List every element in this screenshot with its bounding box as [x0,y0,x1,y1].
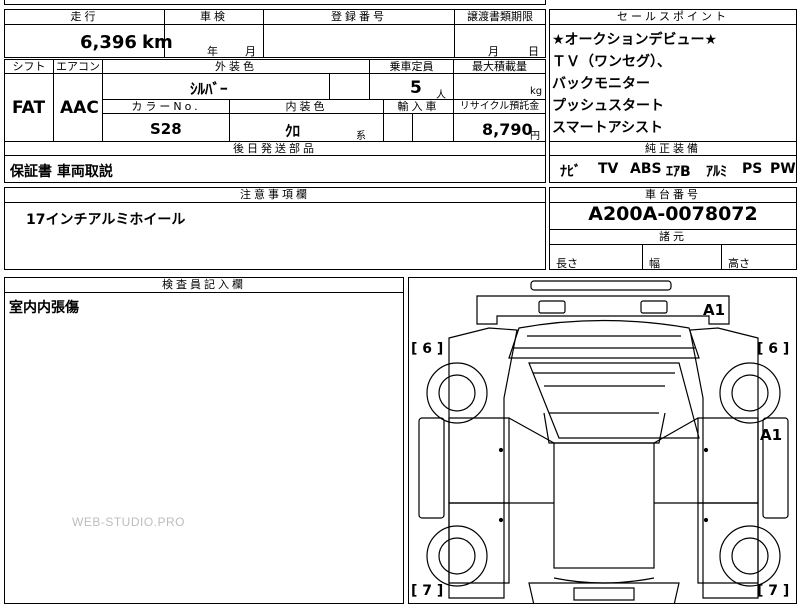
notes-text: 17インチアルミホイール [26,212,186,228]
later-value: 保証書 車両取説 [10,164,113,180]
interior-unit: 系 [356,131,366,142]
chassis-header: 車台番号 [549,187,797,203]
watermark: WEB-STUDIO.PRO [72,515,186,529]
genuine-item: PW [770,161,796,177]
transfer-day: 日 [528,45,539,58]
inspector-header: 検査員記入欄 [4,277,404,293]
top-strip [4,0,546,5]
exterior-cell-2 [329,73,370,100]
sales-header: セールスポイント [549,9,797,25]
maxload-unit: kg [530,86,543,97]
inspector-text: 室内内張傷 [9,300,79,316]
colorno-header: カラーNo. [102,99,230,114]
interior-header: 内装色 [229,99,384,114]
sales-point: ★オークションデビュー★ [552,32,718,48]
dims-header: 諸元 [549,229,797,245]
car-outline [418,280,789,603]
sales-point: プッシュスタート [552,98,664,114]
colorno-value: S28 [150,120,182,138]
front-right-tire-label: [ 6 ] [757,341,790,357]
capacity-value: 5 [410,78,422,98]
genuine-item: ｴｱB [666,164,691,180]
inspector-cell [4,292,404,604]
recycle-header: リサイクル預託金 [453,99,546,114]
sales-point: スマートアシスト [552,120,664,136]
genuine-item: ABS [630,161,662,177]
shift-value: FAT [12,98,46,118]
registration-header: 登録番号 [263,9,455,25]
shift-header: シフト [4,59,54,74]
exterior-header: 外装色 [102,59,370,74]
chassis-value: A200A-0078072 [588,203,758,225]
recycle-value: 8,790 [482,120,533,139]
damage-mark-a1-top: A1 [703,301,726,319]
genuine-item: PS [742,161,763,177]
car-diagram: A1 A1 [ 6 ] [ 6 ] [ 7 ] [ 7 ] [408,277,797,604]
notes-header: 注意事項欄 [4,187,546,203]
damage-mark-a1-right: A1 [760,426,783,444]
sales-point: ＴＶ（ワンセグ）、 [552,54,671,70]
import-cell-b [412,113,454,142]
genuine-header: 純正装備 [549,141,797,156]
inspection-header: 車検 [164,9,264,25]
transfer-header: 譲渡書類期限 [454,9,546,25]
ac-value: AAC [60,98,99,118]
ac-header: エアコン [53,59,103,74]
maxload-header: 最大積載量 [453,59,546,74]
inspection-month: 月 [245,45,256,58]
dims-height-label: 高さ [728,257,750,270]
exterior-value: ｼﾙﾊﾞｰ [190,80,228,98]
interior-value: ｸﾛ [285,122,301,140]
sales-point: バックモニター [552,76,650,92]
later-header: 後日発送部品 [4,141,546,156]
genuine-item: TV [598,161,619,177]
mileage-header: 走行 [4,9,165,25]
dims-width-label: 幅 [649,257,660,270]
rear-left-tire-label: [ 7 ] [411,583,444,599]
front-left-tire-label: [ 6 ] [411,341,444,357]
dims-length-label: 長さ [556,257,578,270]
transfer-month: 月 [488,45,499,58]
import-cell-a [383,113,413,142]
inspection-year: 年 [207,45,218,58]
rear-right-tire-label: [ 7 ] [757,583,790,599]
registration-cell [263,24,455,58]
capacity-header: 乗車定員 [369,59,454,74]
import-header: 輸入車 [383,99,454,114]
genuine-item: ｱﾙﾐ [706,164,727,180]
mileage-value: 6,396 [80,32,137,53]
genuine-item: ﾅﾋﾞ [560,164,581,180]
recycle-unit: 円 [530,131,540,142]
